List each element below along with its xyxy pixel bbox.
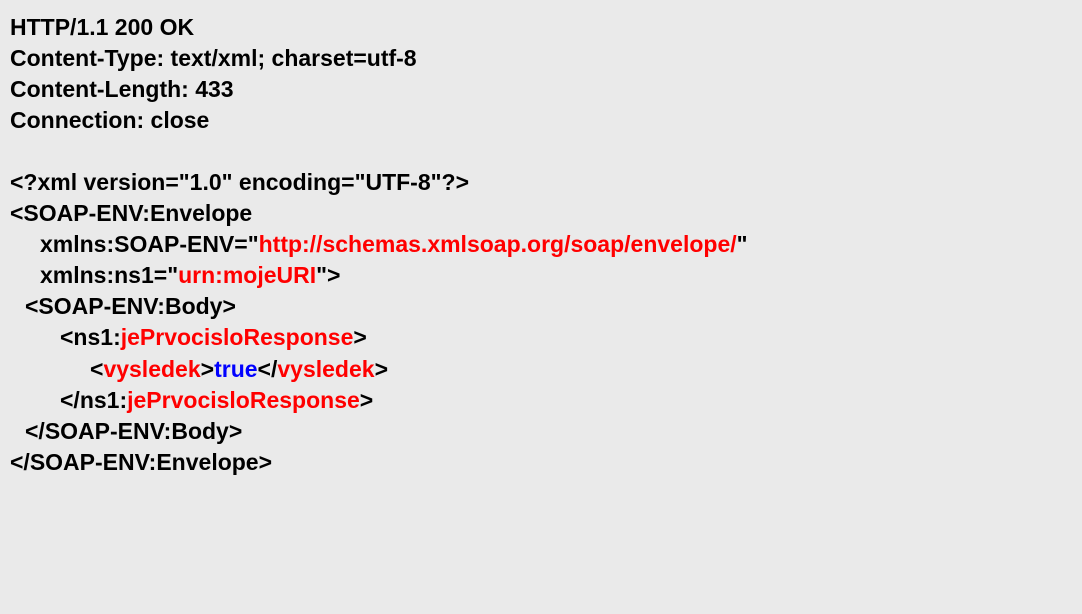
resp-close-prefix: </ns1: (60, 387, 127, 413)
resp-close-suffix: > (360, 387, 373, 413)
xmlns-env-value: http://schemas.xmlsoap.org/soap/envelope… (259, 231, 737, 257)
xmlns-ns1-suffix: "> (316, 262, 340, 288)
http-content-length: Content-Length: 433 (10, 74, 1072, 105)
soap-body-close: </SOAP-ENV:Body> (10, 416, 1072, 447)
xmlns-soap-env: xmlns:SOAP-ENV="http://schemas.xmlsoap.o… (10, 229, 1072, 260)
xml-declaration: <?xml version="1.0" encoding="UTF-8"?> (10, 167, 1072, 198)
http-response-block: HTTP/1.1 200 OK Content-Type: text/xml; … (10, 12, 1072, 478)
xmlns-ns1-prefix: xmlns:ns1=" (40, 262, 178, 288)
ns1-response-open: <ns1:jePrvocisloResponse> (10, 322, 1072, 353)
result-close-bracket: </ (258, 356, 278, 382)
http-content-type: Content-Type: text/xml; charset=utf-8 (10, 43, 1072, 74)
result-open-close: > (201, 356, 214, 382)
xmlns-env-suffix: " (737, 231, 748, 257)
resp-open-name: jePrvocisloResponse (121, 324, 354, 350)
http-status-line: HTTP/1.1 200 OK (10, 12, 1072, 43)
xmlns-ns1-value: urn:mojeURI (178, 262, 316, 288)
http-connection: Connection: close (10, 105, 1072, 136)
xmlns-ns1: xmlns:ns1="urn:mojeURI"> (10, 260, 1072, 291)
resp-open-suffix: > (353, 324, 366, 350)
resp-close-name: jePrvocisloResponse (127, 387, 360, 413)
soap-body-open: <SOAP-ENV:Body> (10, 291, 1072, 322)
blank-line (10, 136, 1072, 167)
xmlns-env-prefix: xmlns:SOAP-ENV=" (40, 231, 259, 257)
vysledek-element: <vysledek>true</vysledek> (10, 354, 1072, 385)
result-open-bracket: < (90, 356, 103, 382)
resp-open-prefix: <ns1: (60, 324, 121, 350)
soap-envelope-close: </SOAP-ENV:Envelope> (10, 447, 1072, 478)
result-tag-open: vysledek (103, 356, 200, 382)
ns1-response-close: </ns1:jePrvocisloResponse> (10, 385, 1072, 416)
result-tag-close: vysledek (277, 356, 374, 382)
result-close-end: > (375, 356, 388, 382)
result-value: true (214, 356, 257, 382)
soap-envelope-open: <SOAP-ENV:Envelope (10, 198, 1072, 229)
